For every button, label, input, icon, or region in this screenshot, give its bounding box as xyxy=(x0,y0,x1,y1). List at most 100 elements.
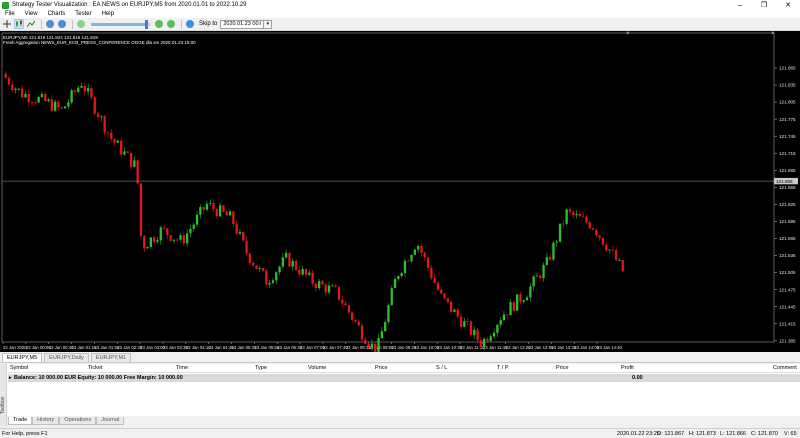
candle-body xyxy=(562,223,565,225)
time-axis-label: 23 Jan 11:45 xyxy=(483,345,508,350)
title-bar: Strategy Tester Visualization : EA NEWS … xyxy=(0,0,800,10)
chart-window-close-icon[interactable]: × xyxy=(771,31,775,37)
status-low: L: 121.866 xyxy=(720,431,746,437)
price-axis-label: 121.385 xyxy=(779,338,796,343)
zoom-out-icon[interactable] xyxy=(57,19,67,29)
time-axis-label: 23 Jan 01:15 xyxy=(72,345,97,350)
col-type[interactable]: Type xyxy=(255,365,267,371)
menu-file[interactable]: File xyxy=(0,11,20,17)
toolbox-side-label[interactable]: Toolbox xyxy=(0,364,7,426)
candle-body xyxy=(189,228,192,234)
candle-body xyxy=(50,99,53,111)
maximize-button[interactable]: ❐ xyxy=(752,0,776,10)
candle-body xyxy=(116,140,119,143)
pause-icon[interactable] xyxy=(76,19,86,29)
col-profit[interactable]: Profit xyxy=(621,365,634,371)
candle-body xyxy=(535,275,539,277)
candle-body xyxy=(598,235,601,238)
candle-body xyxy=(298,269,301,275)
toolbar-divider xyxy=(41,19,42,29)
candlestick-chart-svg[interactable]: 121.865 121.835 121.805 121.775 121.745 121.7… xyxy=(0,31,800,352)
candle-body xyxy=(195,214,199,225)
candle-body xyxy=(450,301,453,312)
terminal-tab-journal[interactable]: Journal xyxy=(96,417,125,425)
zoom-in-icon[interactable] xyxy=(45,19,55,29)
terminal-tab-operations[interactable]: Operations xyxy=(59,417,97,425)
price-chart[interactable]: 121.865 121.835 121.805 121.775 121.745 121.7… xyxy=(0,31,800,352)
candle-body xyxy=(143,236,146,249)
candle-body xyxy=(24,94,27,98)
price-axis-label: 121.865 xyxy=(779,66,796,71)
candle-body xyxy=(601,237,605,245)
balance-row[interactable]: ▸ Balance: 10 000.00 EUR Equity: 10 000.… xyxy=(8,374,800,382)
terminal-tab-trade[interactable]: Trade xyxy=(8,417,33,425)
col-time[interactable]: Time xyxy=(176,365,188,371)
menu-help[interactable]: Help xyxy=(97,11,119,17)
col-stop-loss[interactable]: S / L xyxy=(436,365,447,371)
minimize-button[interactable]: – xyxy=(728,0,752,10)
col-symbol[interactable]: Symbol xyxy=(10,365,28,371)
close-window-button[interactable]: ✕ xyxy=(776,0,800,10)
col-take-profit[interactable]: T / P xyxy=(497,365,509,371)
price-axis-label: 121.535 xyxy=(779,253,796,258)
candle-body xyxy=(529,286,532,298)
chevron-down-icon[interactable]: ▾ xyxy=(264,19,273,29)
status-open: O: 121.867 xyxy=(657,431,685,437)
chart-tab-eurjpy-m1[interactable]: EURJPY,M1 xyxy=(90,353,132,362)
chart-tab-eurjpy-daily[interactable]: EURJPY,Daily xyxy=(44,353,89,362)
fast-forward-icon[interactable] xyxy=(166,19,176,29)
menu-charts[interactable]: Charts xyxy=(43,11,71,17)
terminal-tab-history[interactable]: History xyxy=(32,417,60,425)
candle-body xyxy=(235,223,238,234)
candle-body xyxy=(476,329,479,341)
candle-body xyxy=(7,77,11,85)
candle-body xyxy=(11,84,14,90)
candle-body xyxy=(252,262,255,266)
candle-body xyxy=(156,240,159,242)
candle-body xyxy=(288,252,291,267)
chart-tab-eurjpy-m5[interactable]: EURJPY,M5 xyxy=(2,353,43,362)
col-comment[interactable]: Comment xyxy=(773,365,797,371)
menu-tester[interactable]: Tester xyxy=(70,11,96,17)
plot-frame xyxy=(1,32,775,343)
candle-body xyxy=(179,235,182,240)
price-axis-label: 121.625 xyxy=(779,202,796,207)
col-volume[interactable]: Volume xyxy=(308,365,326,371)
line-chart-icon[interactable] xyxy=(26,19,36,29)
speed-slider-thumb[interactable] xyxy=(144,19,148,29)
candle-body xyxy=(21,88,24,98)
col-price[interactable]: Price xyxy=(375,365,388,371)
candle-body xyxy=(463,321,466,327)
candle-body xyxy=(354,319,357,322)
candle-body xyxy=(327,285,331,293)
status-high: H: 121.873 xyxy=(689,431,716,437)
candle-body xyxy=(443,293,446,299)
speed-slider[interactable] xyxy=(91,19,151,29)
crosshair-icon[interactable] xyxy=(2,19,12,29)
candle-body xyxy=(407,260,410,262)
candle-body xyxy=(502,314,506,321)
expand-icon[interactable]: ▸ xyxy=(9,375,12,381)
candle-body xyxy=(410,254,413,262)
candle-body xyxy=(318,281,321,289)
candle-body xyxy=(479,340,482,348)
col-current-price[interactable]: Price xyxy=(556,365,569,371)
price-axis-label: 121.835 xyxy=(779,83,796,88)
chart-close-icon[interactable]: × xyxy=(626,31,630,37)
candle-body xyxy=(374,343,377,352)
col-ticket[interactable]: Ticket xyxy=(88,365,102,371)
skip-to-date-input[interactable] xyxy=(220,19,265,29)
candle-body xyxy=(228,211,232,216)
candlestick-chart-icon[interactable] xyxy=(14,19,24,29)
menu-view[interactable]: View xyxy=(20,11,43,17)
time-axis-label: 22 Jan 2020 xyxy=(3,345,27,350)
candle-body xyxy=(77,87,80,92)
price-axis-label: 121.565 xyxy=(779,236,796,241)
candle-body xyxy=(473,329,476,336)
candle-body xyxy=(555,241,558,243)
toolbar: Skip to ▾ xyxy=(0,18,800,31)
candle-body xyxy=(433,278,436,283)
toolbar-divider xyxy=(181,19,182,29)
skip-to-icon[interactable] xyxy=(185,19,195,29)
step-forward-icon[interactable] xyxy=(154,19,164,29)
